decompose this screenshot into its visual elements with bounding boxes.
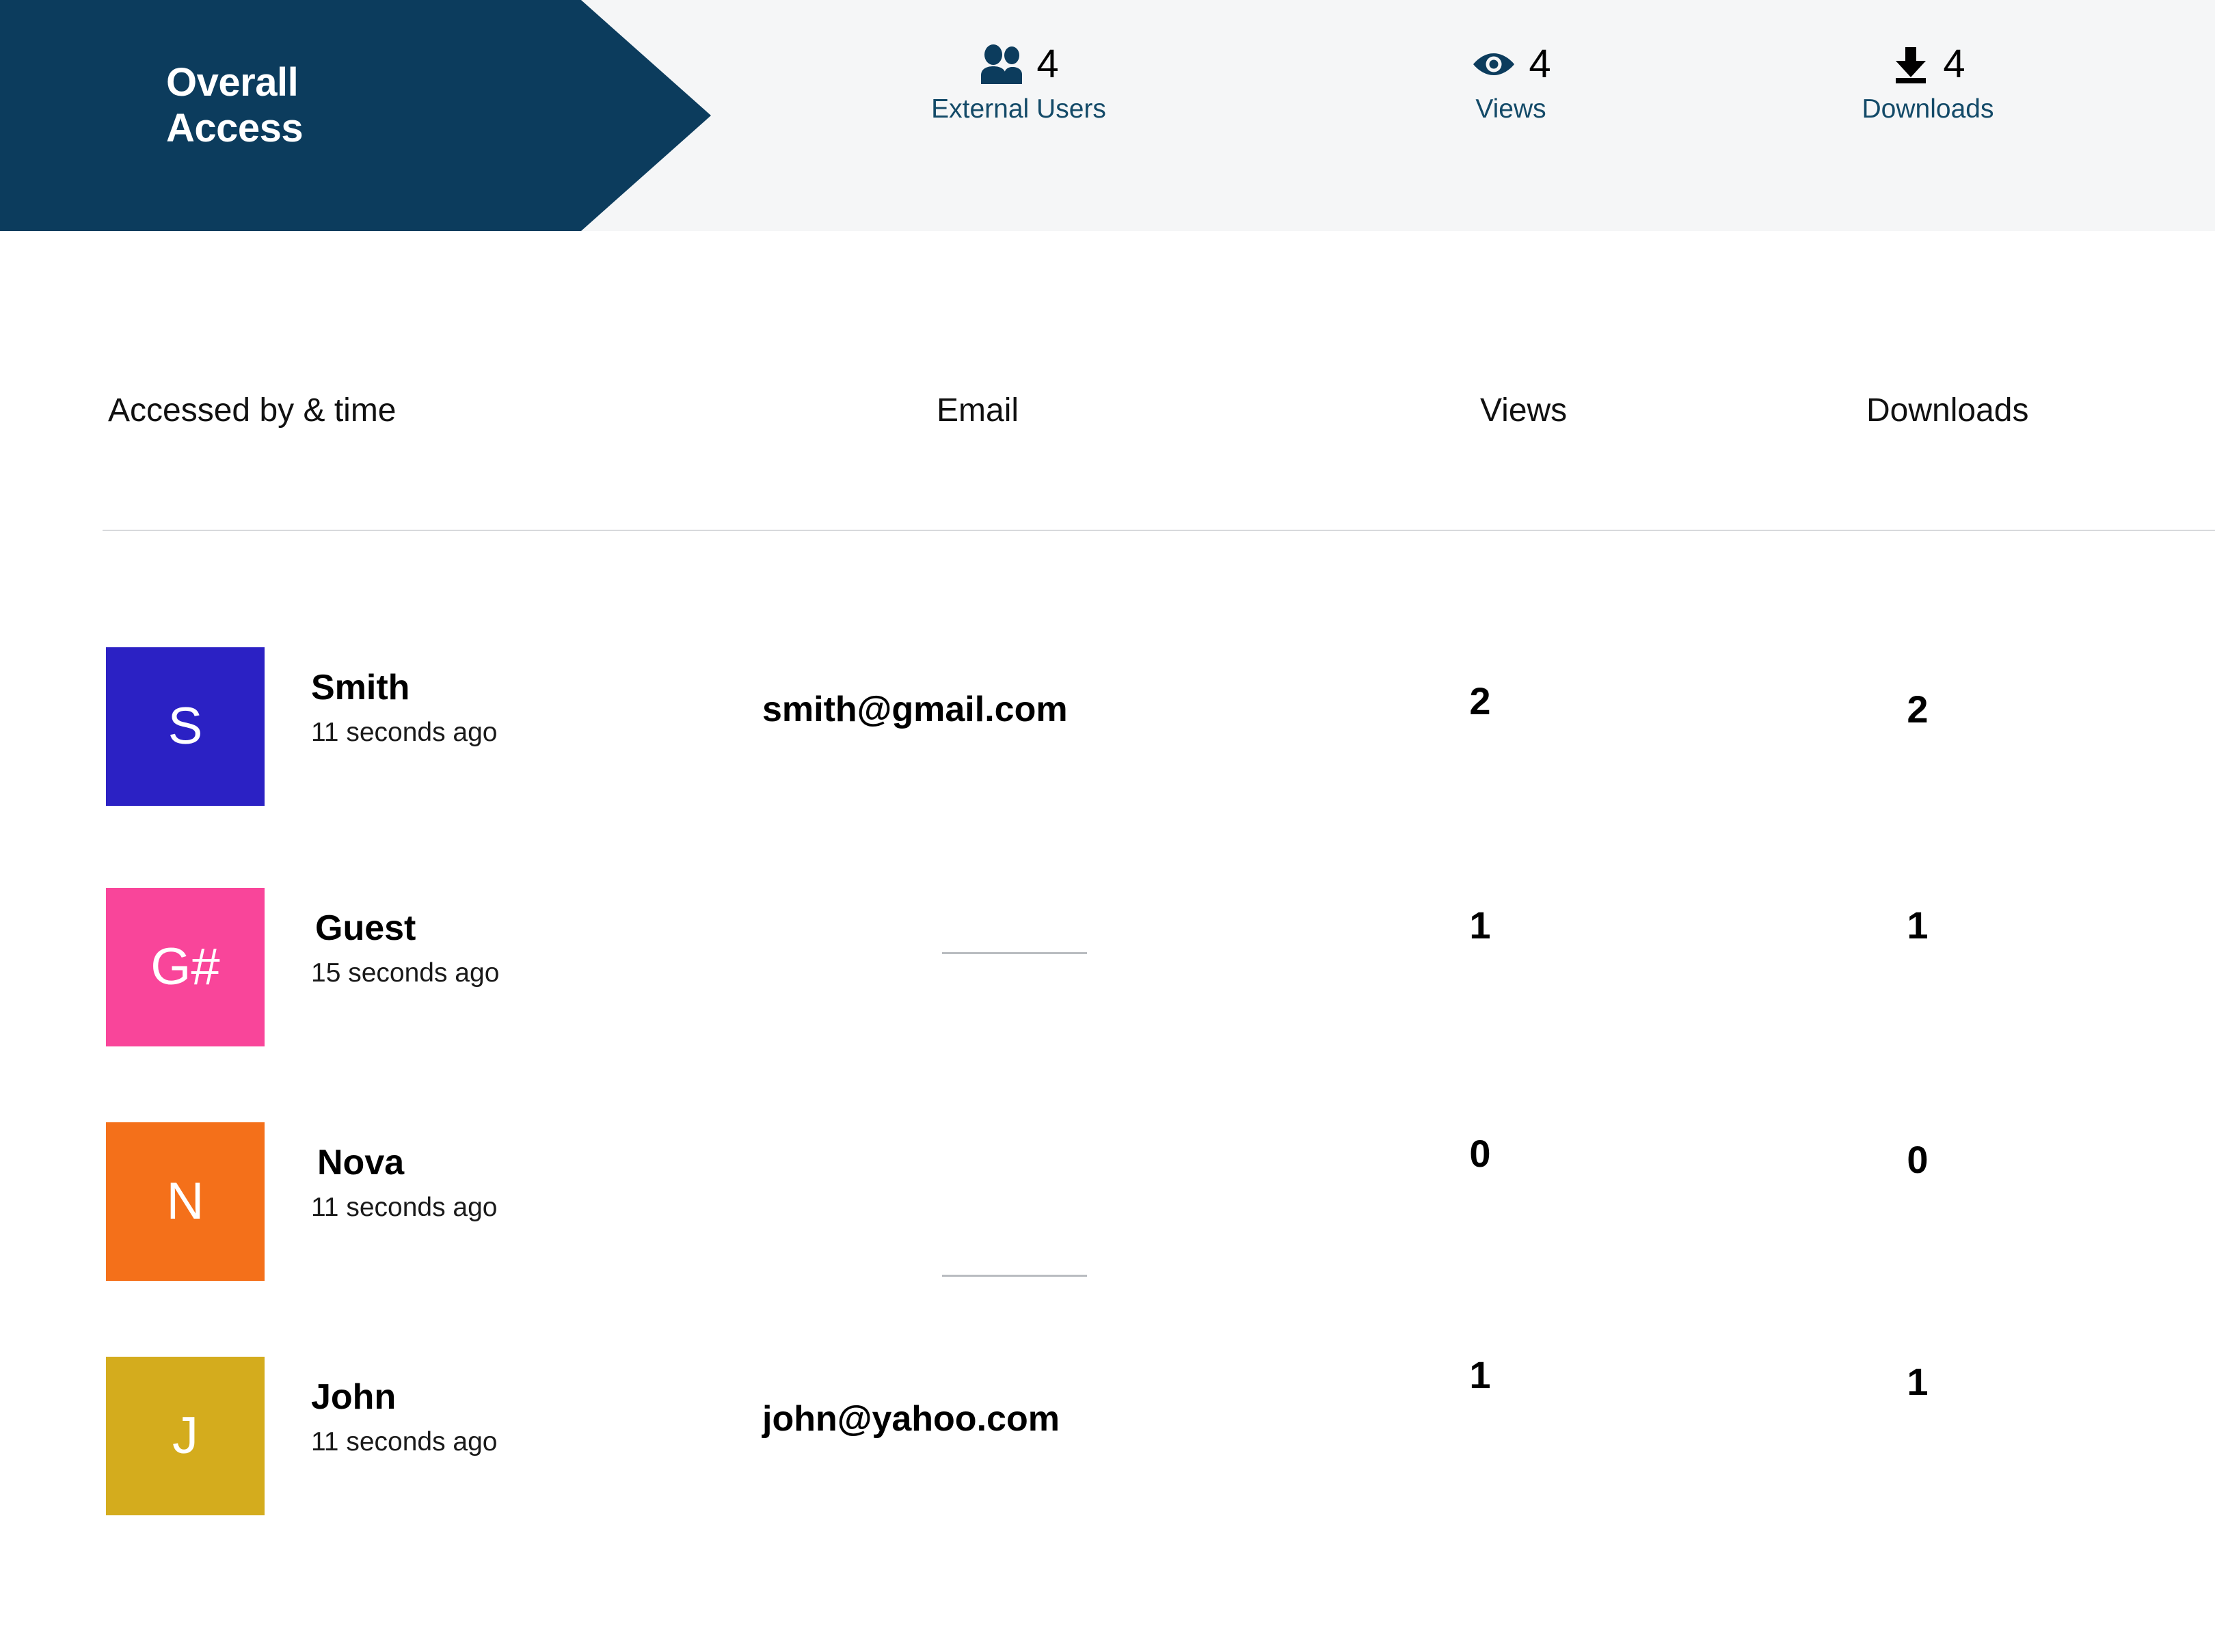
avatar-initials: S	[167, 697, 203, 755]
access-time: 11 seconds ago	[311, 1427, 498, 1457]
avatar-initials: N	[166, 1172, 204, 1230]
views-count: 1	[1469, 904, 1491, 947]
overall-access-banner: Overall Access	[0, 0, 711, 231]
views-count: 0	[1469, 1132, 1491, 1175]
table-row[interactable]: G# Guest 15 seconds ago 1 1	[0, 876, 2215, 1046]
access-time: 11 seconds ago	[311, 718, 498, 747]
accessed-by-cell: Smith 11 seconds ago	[311, 670, 735, 746]
table-header-divider	[103, 530, 2215, 531]
access-time: 11 seconds ago	[311, 1193, 498, 1222]
stat-views-label: Views	[1475, 94, 1546, 124]
email-cell: smith@gmail.com	[762, 690, 1068, 729]
stat-external-users-top: 4	[827, 42, 1210, 89]
person-name: Guest	[315, 908, 416, 948]
access-time: 15 seconds ago	[311, 958, 500, 988]
stat-external-users[interactable]: 4 External Users	[827, 42, 1210, 122]
accessed-by-cell: Guest 15 seconds ago	[311, 910, 735, 986]
avatar: N	[106, 1122, 265, 1281]
downloads-count: 2	[1907, 688, 1929, 731]
downloads-count: 0	[1907, 1138, 1929, 1181]
person-name: Nova	[317, 1143, 405, 1182]
email-empty-dash	[942, 1275, 1087, 1277]
views-count: 2	[1469, 679, 1491, 722]
column-header-email: Email	[937, 392, 1019, 429]
stat-external-users-label: External Users	[931, 94, 1106, 124]
column-header-views: Views	[1480, 392, 1568, 429]
stat-external-users-value: 4	[1036, 42, 1059, 86]
downloads-count: 1	[1907, 1360, 1929, 1403]
table-row[interactable]: N Nova 11 seconds ago 0 0	[0, 1111, 2215, 1281]
table-header-row: Accessed by & time Email Views Downloads	[0, 373, 2215, 455]
stat-downloads-value: 4	[1943, 42, 1965, 86]
accessed-by-cell: Nova 11 seconds ago	[311, 1145, 735, 1221]
users-icon	[978, 43, 1025, 89]
avatar-initials: G#	[150, 938, 220, 996]
banner-title: Overall Access	[166, 60, 304, 150]
avatar: G#	[106, 888, 265, 1046]
table-row[interactable]: S Smith 11 seconds ago smith@gmail.com 2…	[0, 636, 2215, 806]
avatar-initials: J	[172, 1407, 198, 1465]
views-count: 1	[1469, 1353, 1491, 1396]
email-cell: john@yahoo.com	[762, 1399, 1060, 1439]
table-row[interactable]: J John 11 seconds ago john@yahoo.com 1 1	[0, 1345, 2215, 1515]
stat-downloads-top: 4	[1777, 42, 2078, 89]
stat-views-top: 4	[1367, 42, 1654, 89]
header-band: Overall Access 4 External Users 4 Views …	[0, 0, 2215, 231]
eye-icon	[1471, 45, 1517, 87]
stat-downloads-label: Downloads	[1862, 94, 1994, 124]
stat-views[interactable]: 4 Views	[1367, 42, 1654, 122]
person-name: John	[311, 1377, 397, 1417]
accessed-by-cell: John 11 seconds ago	[311, 1379, 735, 1455]
downloads-count: 1	[1907, 904, 1929, 947]
avatar: S	[106, 647, 265, 806]
email-empty-dash	[942, 952, 1087, 954]
column-header-downloads: Downloads	[1866, 392, 2029, 429]
stat-views-value: 4	[1529, 42, 1551, 86]
person-name: Smith	[311, 668, 410, 707]
avatar: J	[106, 1357, 265, 1515]
column-header-accessed-by: Accessed by & time	[108, 392, 397, 429]
download-icon	[1890, 43, 1931, 89]
stat-downloads[interactable]: 4 Downloads	[1777, 42, 2078, 124]
